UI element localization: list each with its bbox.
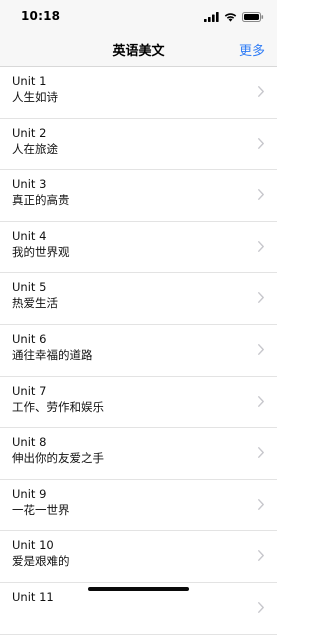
unit-title: Unit 8: [12, 435, 47, 450]
unit-title: Unit 10: [12, 538, 54, 553]
unit-title: Unit 1: [12, 74, 47, 88]
chevron-right-icon: [258, 86, 264, 97]
chevron-right-icon: [258, 550, 264, 562]
status-time: 10:18: [21, 9, 61, 23]
chevron-right-icon: [258, 240, 264, 252]
list-item-text: Unit 7 工作、劳作和娱乐: [12, 384, 104, 415]
list-item[interactable]: Unit 7 工作、劳作和娱乐: [0, 377, 277, 429]
chevron-right-icon: [258, 292, 264, 304]
home-indicator: [88, 587, 189, 591]
chevron-right-icon: [258, 395, 264, 407]
unit-title: Unit 9: [12, 486, 47, 501]
unit-subtitle: 人在旅途: [12, 141, 58, 156]
battery-icon: [242, 7, 264, 26]
status-icons: [204, 11, 264, 22]
list-item-text: Unit 5 热爱生活: [12, 280, 58, 311]
list-item[interactable]: Unit 3 真正的高贵: [0, 170, 277, 222]
unit-title: Unit 4: [12, 228, 47, 243]
status-bar: 10:18: [0, 0, 277, 34]
unit-title: Unit 6: [12, 331, 47, 346]
chevron-right-icon: [258, 137, 264, 149]
list-item-text: Unit 3 真正的高贵: [12, 177, 70, 208]
list-item-text: Unit 11: [12, 590, 54, 605]
list-item-text: Unit 6 通往幸福的道路: [12, 332, 93, 363]
chevron-right-icon: [258, 447, 264, 459]
chevron-right-icon: [258, 344, 264, 355]
unit-subtitle: 我的世界观: [12, 244, 70, 259]
page-title: 英语美文: [112, 44, 165, 59]
list-item-text: Unit 4 我的世界观: [12, 229, 70, 260]
list-item[interactable]: Unit 8 伸出你的友爱之手: [0, 428, 277, 480]
unit-subtitle: 真正的高贵: [12, 193, 70, 208]
list-item[interactable]: Unit 4 我的世界观: [0, 222, 277, 274]
unit-subtitle: 人生如诗: [12, 90, 58, 104]
cellular-signal-icon: [204, 7, 219, 26]
unit-subtitle: 热爱生活: [12, 296, 58, 311]
unit-subtitle: 通往幸福的道路: [12, 347, 93, 362]
more-button[interactable]: 更多: [239, 40, 265, 59]
unit-title: Unit 5: [12, 280, 47, 295]
list-item-text: Unit 1 人生如诗: [12, 74, 58, 105]
chevron-right-icon: [258, 498, 264, 510]
chevron-right-icon: [258, 602, 264, 613]
list-item[interactable]: Unit 6 通往幸福的道路: [0, 325, 277, 377]
unit-subtitle: 伸出你的友爱之手: [12, 451, 104, 466]
wifi-icon: [224, 7, 237, 26]
unit-title: Unit 7: [12, 383, 47, 398]
list-item[interactable]: Unit 10 爱是艰难的: [0, 531, 277, 583]
list-item-text: Unit 2 人在旅途: [12, 126, 58, 157]
unit-subtitle: 工作、劳作和娱乐: [12, 399, 104, 414]
navigation-bar: 英语美文 更多: [0, 34, 277, 67]
list-item-text: Unit 9 一花一世界: [12, 487, 70, 518]
list-item[interactable]: Unit 1 人生如诗: [0, 67, 277, 119]
chevron-right-icon: [258, 189, 264, 201]
unit-title: Unit 11: [12, 589, 54, 604]
unit-title: Unit 2: [12, 125, 47, 140]
unit-subtitle: 一花一世界: [12, 502, 70, 517]
unit-subtitle: 爱是艰难的: [12, 554, 70, 569]
unit-title: Unit 3: [12, 177, 47, 192]
list-item-text: Unit 10 爱是艰难的: [12, 538, 70, 569]
unit-list: Unit 1 人生如诗 Unit 2 人在旅途 Unit 3 真正的高贵 Unit 4 我的世…: [0, 67, 277, 635]
list-item[interactable]: Unit 2 人在旅途: [0, 119, 277, 171]
list-item-text: Unit 8 伸出你的友爱之手: [12, 435, 104, 466]
list-item[interactable]: Unit 9 一花一世界: [0, 480, 277, 532]
list-item[interactable]: Unit 5 热爱生活: [0, 273, 277, 325]
